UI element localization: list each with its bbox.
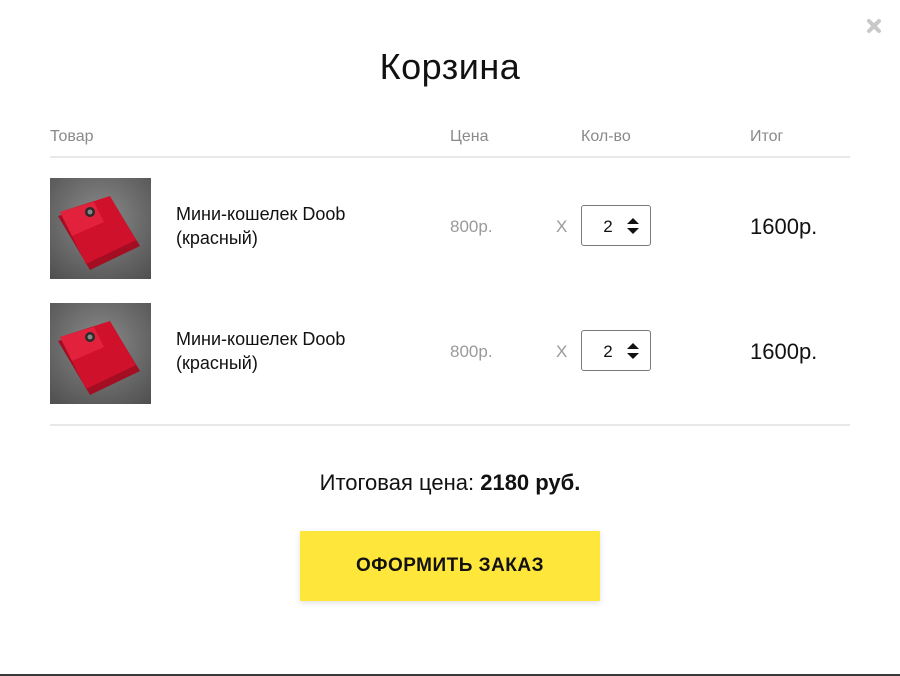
close-icon (867, 19, 881, 33)
product-name[interactable]: Мини-кошелек Doob (красный) (176, 202, 406, 250)
grand-total-amount: 2180 руб. (480, 470, 581, 495)
product-image[interactable] (50, 178, 151, 279)
multiply-sign: X (556, 342, 568, 361)
header-qty: Кол-во (581, 128, 631, 145)
up-down-arrows-icon[interactable] (626, 342, 640, 360)
header-product: Товар (50, 128, 94, 145)
cart-table: Товар Цена Кол-во Итог Мини-кошелек Doob… (50, 122, 850, 408)
up-down-arrows-icon[interactable] (626, 217, 640, 235)
cart-row: Мини-кошелек Doob (красный) 800р. X 2 16… (50, 158, 850, 283)
close-button[interactable] (862, 14, 886, 38)
product-image[interactable] (50, 303, 151, 404)
cart-row: Мини-кошелек Doob (красный) 800р. X 2 16… (50, 283, 850, 408)
checkout-button[interactable]: ОФОРМИТЬ ЗАКАЗ (300, 531, 600, 601)
modal-title: Корзина (379, 46, 521, 87)
multiply-sign: X (556, 217, 568, 236)
grand-total-label: Итоговая цена: (319, 470, 475, 495)
grand-total: Итоговая цена: 2180 руб. (0, 470, 900, 496)
product-price: 800р. (450, 342, 493, 361)
header-price: Цена (450, 128, 489, 145)
product-price: 800р. (450, 217, 493, 236)
product-name[interactable]: Мини-кошелек Doob (красный) (176, 327, 406, 375)
row-total: 1600р. (750, 339, 818, 364)
header-total: Итог (750, 128, 784, 145)
quantity-stepper[interactable]: 2 (581, 330, 651, 371)
table-header: Товар Цена Кол-во Итог (50, 122, 850, 158)
quantity-stepper[interactable]: 2 (581, 205, 651, 246)
divider (50, 424, 850, 426)
row-total: 1600р. (750, 214, 818, 239)
